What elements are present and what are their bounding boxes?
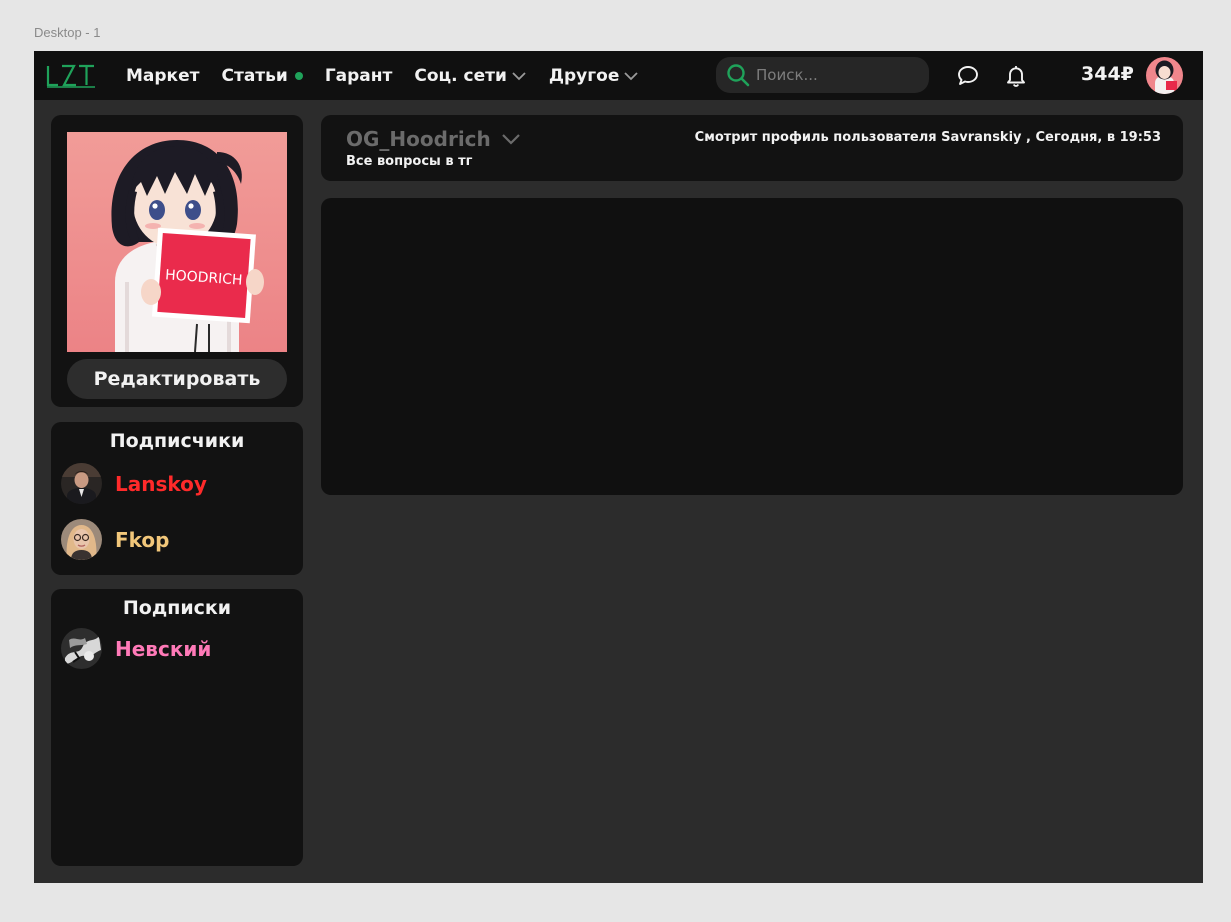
chevron-down-icon xyxy=(624,71,638,80)
subscription-name: Невский xyxy=(115,636,212,661)
nav-other-label: Другое xyxy=(548,65,620,86)
main-nav: Маркет Статьи Гарант Соц. сети Другое xyxy=(126,51,661,100)
chevron-down-icon xyxy=(501,134,520,145)
subscription-item[interactable]: Невский xyxy=(61,628,211,669)
subscriptions-card: Подписки Невский xyxy=(51,589,303,866)
follower-avatar xyxy=(61,463,102,504)
viewing-activity: Смотрит профиль пользователя Savranskiy … xyxy=(694,130,1161,145)
nav-guarantee[interactable]: Гарант xyxy=(325,66,393,86)
follower-item[interactable]: Lanskoy xyxy=(61,463,207,504)
nav-social-label: Соц. сети xyxy=(414,65,507,86)
top-navigation-bar: Маркет Статьи Гарант Соц. сети Другое По… xyxy=(34,51,1203,100)
profile-header-card: OG_Hoodrich Все вопросы в тг Смотрит про… xyxy=(321,115,1183,181)
profile-avatar-card: HOODRICH Редактировать xyxy=(51,115,303,407)
nav-articles-label: Статьи xyxy=(221,65,288,86)
followers-title: Подписчики xyxy=(109,430,245,452)
followers-card: Подписчики Lanskoy Fkop xyxy=(51,422,303,575)
bell-icon[interactable] xyxy=(1004,64,1028,88)
chat-icon[interactable] xyxy=(956,64,980,88)
subscriptions-title: Подписки xyxy=(122,597,232,619)
new-indicator-dot xyxy=(294,71,303,80)
search-box[interactable] xyxy=(716,57,929,93)
profile-status: Все вопросы в тг xyxy=(346,154,473,169)
user-avatar[interactable] xyxy=(1146,57,1183,94)
desktop-frame: Маркет Статьи Гарант Соц. сети Другое По… xyxy=(34,51,1203,883)
profile-content-panel xyxy=(321,198,1183,495)
balance[interactable]: 344₽ xyxy=(1081,63,1134,85)
frame-label: Desktop - 1 xyxy=(34,25,101,40)
follower-item[interactable]: Fkop xyxy=(61,519,169,560)
follower-name: Lanskoy xyxy=(115,471,207,496)
chevron-down-icon xyxy=(512,71,526,80)
search-icon xyxy=(727,64,750,87)
nav-articles[interactable]: Статьи xyxy=(221,65,303,86)
search-input[interactable] xyxy=(756,66,916,84)
profile-avatar-image: HOODRICH xyxy=(67,132,287,352)
nav-other[interactable]: Другое xyxy=(549,66,639,86)
nav-social[interactable]: Соц. сети xyxy=(414,66,527,86)
nav-guarantee-label: Гарант xyxy=(324,65,393,86)
follower-avatar xyxy=(61,519,102,560)
lzt-logo[interactable] xyxy=(46,64,96,88)
subscription-avatar xyxy=(61,628,102,669)
follower-name: Fkop xyxy=(115,527,170,552)
username-dropdown[interactable]: OG_Hoodrich xyxy=(346,127,522,151)
nav-market-label: Маркет xyxy=(126,65,200,86)
edit-profile-button[interactable]: Редактировать xyxy=(67,359,287,399)
username: OG_Hoodrich xyxy=(346,127,491,151)
nav-market[interactable]: Маркет xyxy=(126,66,199,86)
